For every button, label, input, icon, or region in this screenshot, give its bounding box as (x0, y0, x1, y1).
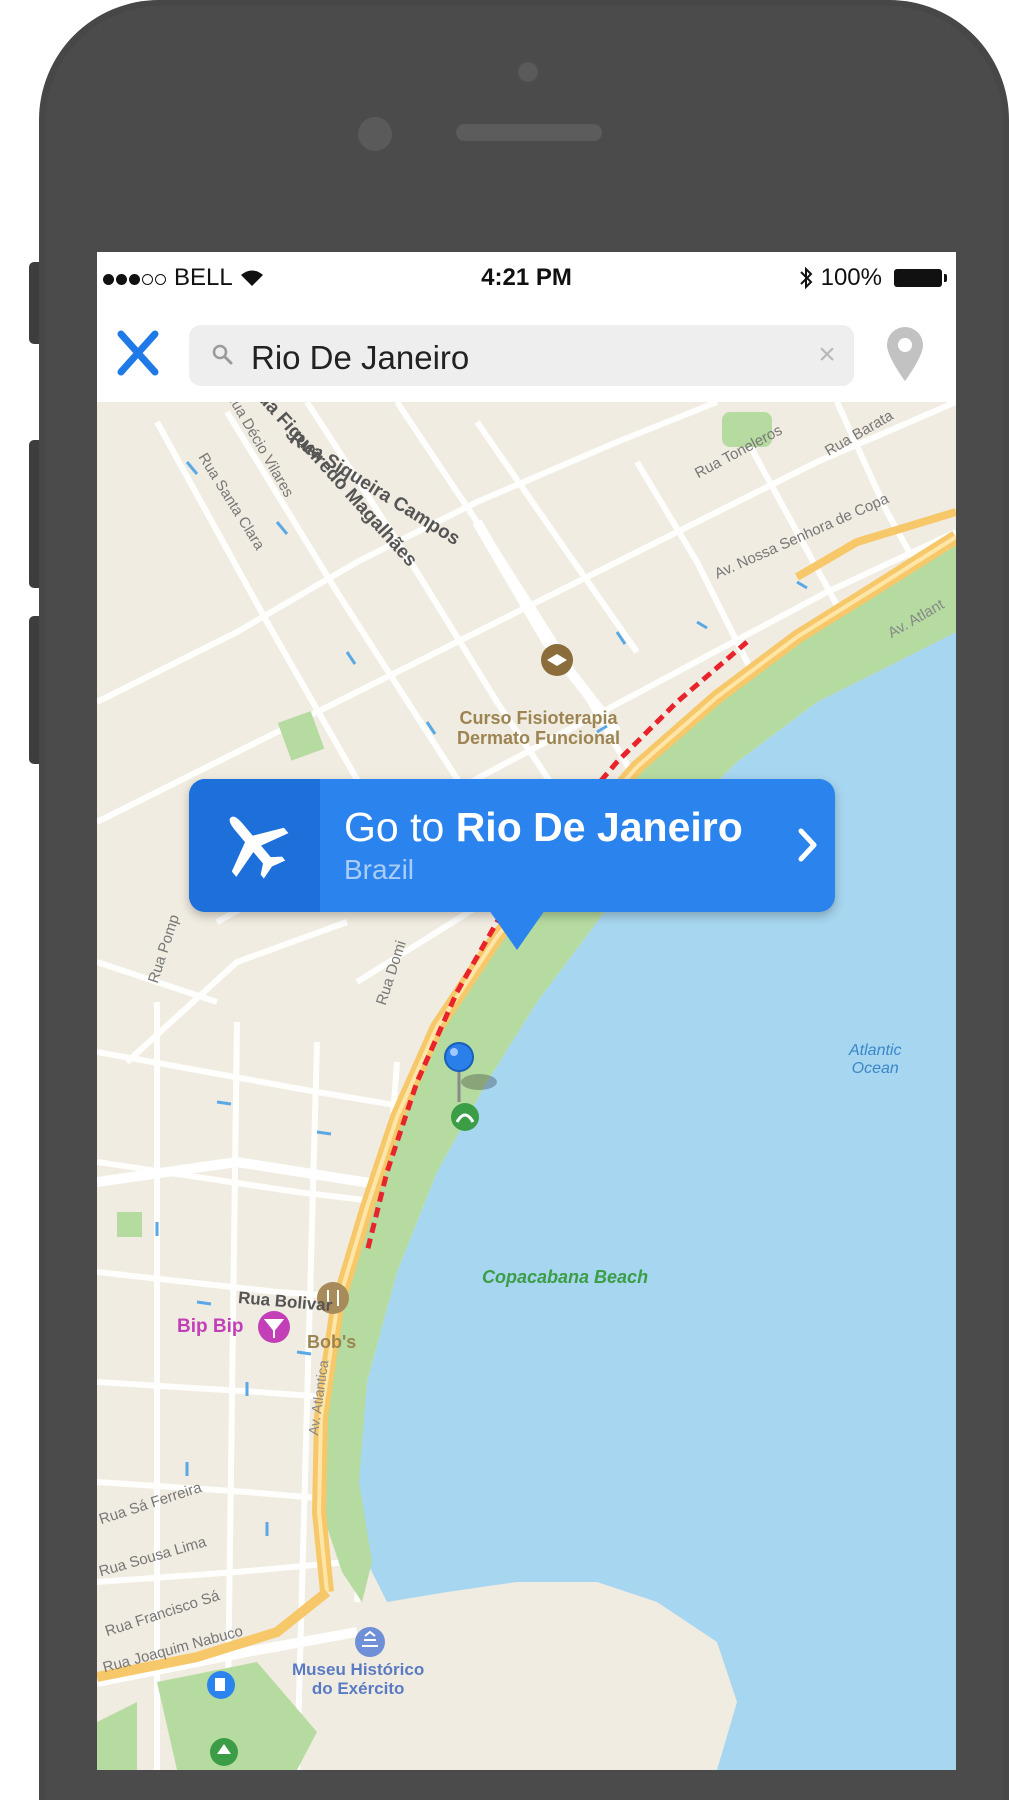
search-input-text[interactable]: Rio De Janeiro (251, 339, 469, 377)
battery-icon (894, 269, 947, 287)
poi-line: Dermato Funcional (457, 728, 621, 748)
battery-percent: 100% (820, 264, 882, 291)
go-to-location-callout[interactable]: Go to Rio De Janeiro Brazil (189, 779, 835, 950)
pump-glyph (215, 1678, 225, 1691)
status-right: 100% (799, 264, 947, 292)
search-bar: Rio De Janeiro × (97, 304, 956, 402)
pin-highlight (450, 1048, 458, 1056)
poi-label: Curso Fisioterapia Dermato Funcional (457, 708, 620, 748)
callout-pointer (489, 910, 545, 950)
front-camera (358, 117, 392, 151)
water-line: Ocean (851, 1060, 899, 1077)
callout-prefix: Go to (344, 804, 445, 850)
water-label: Atlantic Ocean (849, 1042, 901, 1078)
dropped-pin-icon[interactable] (444, 1042, 474, 1072)
status-bar: BELL 4:21 PM 100% (97, 252, 956, 304)
bluetooth-icon (799, 266, 813, 290)
close-x-icon[interactable] (113, 326, 163, 380)
chevron-right-icon (798, 828, 817, 862)
callout-subtitle: Brazil (344, 854, 415, 885)
magnifier-icon (212, 344, 233, 365)
phone-screen: Rua Siqueira Campos Rua Figueiredo Magal… (97, 252, 956, 1770)
location-pin-icon[interactable] (883, 325, 927, 383)
earpiece-speaker (456, 124, 602, 141)
poi-line: Curso Fisioterapia (459, 708, 618, 728)
poi-label: Copacabana Beach (482, 1267, 649, 1287)
map-view[interactable] (97, 402, 956, 1770)
callout-title: Go to Rio De Janeiro (344, 804, 743, 851)
search-field[interactable]: Rio De Janeiro × (189, 325, 854, 386)
poi-line: Museu Histórico (292, 1660, 425, 1679)
poi-label: Bob's (307, 1332, 357, 1352)
callout-destination: Rio De Janeiro (455, 804, 743, 850)
clear-icon[interactable]: × (812, 340, 842, 370)
beach-poi-icon[interactable] (451, 1103, 479, 1131)
poi-label: Museu Histórico do Exército (292, 1660, 424, 1698)
water-line: Atlantic (849, 1042, 902, 1059)
proximity-sensor (518, 62, 538, 82)
airplane-icon (229, 816, 289, 879)
callout-icon-area (189, 779, 320, 912)
park-small (117, 1212, 142, 1237)
poi-line: do Exército (311, 1679, 405, 1698)
pin-shadow (461, 1074, 497, 1090)
poi-label: Bip Bip (177, 1316, 244, 1337)
